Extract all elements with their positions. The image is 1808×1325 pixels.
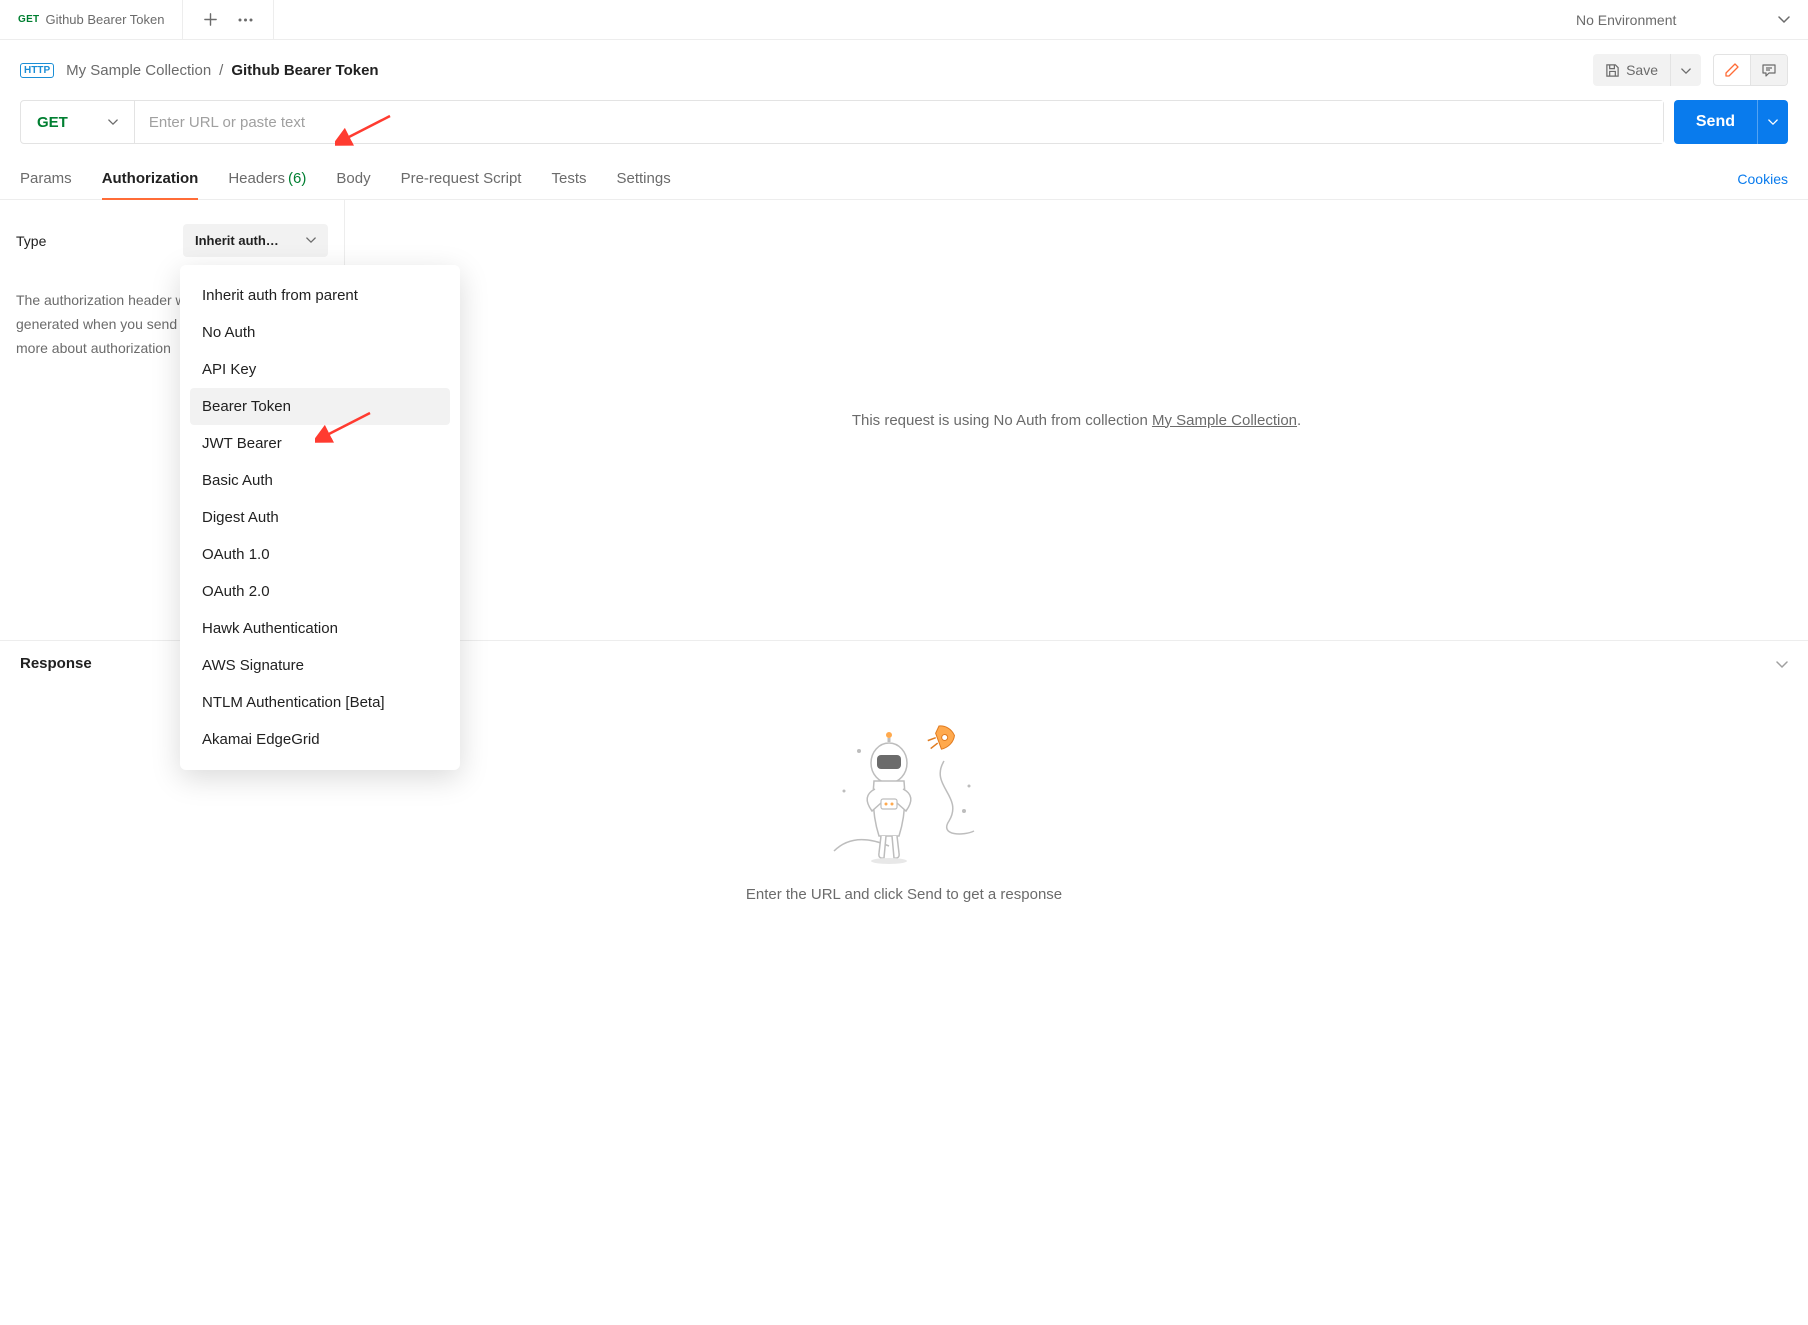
astronaut-illustration [814, 716, 994, 866]
edit-button[interactable] [1714, 55, 1751, 85]
chevron-down-icon [1778, 16, 1790, 24]
mini-actions [1713, 54, 1788, 86]
tab-settings[interactable]: Settings [617, 158, 671, 199]
auth-type-dropdown[interactable]: Inherit auth… [183, 224, 328, 257]
auth-option-ntlm[interactable]: NTLM Authentication [Beta] [190, 684, 450, 721]
breadcrumb-current: Github Bearer Token [231, 62, 378, 79]
auth-panel: Type Inherit auth… The authorization hea… [0, 200, 1808, 640]
comment-icon [1761, 62, 1777, 78]
url-row: GET Send [0, 100, 1808, 158]
save-label: Save [1626, 62, 1658, 78]
header-row: HTTP My Sample Collection / Github Beare… [0, 40, 1808, 100]
auth-option-akamai[interactable]: Akamai EdgeGrid [190, 721, 450, 758]
response-hint: Enter the URL and click Send to get a re… [746, 886, 1062, 903]
more-icon[interactable] [238, 18, 253, 22]
pencil-icon [1724, 62, 1740, 78]
auth-collection-link[interactable]: My Sample Collection [1152, 412, 1297, 429]
auth-option-oauth1[interactable]: OAuth 1.0 [190, 536, 450, 573]
save-icon [1605, 63, 1620, 78]
method-selector[interactable]: GET [21, 101, 135, 143]
auth-type-row: Type Inherit auth… [16, 224, 328, 257]
tab-authorization[interactable]: Authorization [102, 158, 199, 199]
tab-tests[interactable]: Tests [551, 158, 586, 199]
request-tab[interactable]: GET Github Bearer Token [0, 0, 183, 39]
auth-option-hawk[interactable]: Hawk Authentication [190, 610, 450, 647]
environment-selector[interactable]: No Environment [1558, 0, 1808, 39]
response-collapse[interactable] [1776, 656, 1788, 672]
response-title: Response [20, 655, 92, 672]
auth-option-inherit[interactable]: Inherit auth from parent [190, 277, 450, 314]
method-value: GET [37, 114, 68, 131]
http-badge-icon: HTTP [20, 63, 54, 78]
auth-option-aws[interactable]: AWS Signature [190, 647, 450, 684]
send-group: Send [1674, 100, 1788, 144]
auth-type-menu: Inherit auth from parent No Auth API Key… [180, 265, 460, 770]
send-button[interactable]: Send [1674, 100, 1757, 144]
breadcrumb: My Sample Collection / Github Bearer Tok… [66, 62, 378, 79]
auth-option-apikey[interactable]: API Key [190, 351, 450, 388]
request-tabs: Params Authorization Headers(6) Body Pre… [0, 158, 1808, 200]
send-dropdown[interactable] [1757, 100, 1788, 144]
top-tab-bar: GET Github Bearer Token No Environment [0, 0, 1808, 40]
cookies-link[interactable]: Cookies [1737, 171, 1788, 187]
auth-type-selected: Inherit auth… [195, 233, 279, 248]
auth-option-jwt[interactable]: JWT Bearer [190, 425, 450, 462]
auth-option-noauth[interactable]: No Auth [190, 314, 450, 351]
tab-headers[interactable]: Headers(6) [228, 158, 306, 199]
tab-params[interactable]: Params [20, 158, 72, 199]
tab-title: Github Bearer Token [45, 12, 164, 27]
tab-body[interactable]: Body [336, 158, 370, 199]
breadcrumb-separator: / [219, 62, 223, 79]
auth-option-basic[interactable]: Basic Auth [190, 462, 450, 499]
save-button[interactable]: Save [1593, 54, 1670, 86]
tab-method-badge: GET [18, 14, 39, 25]
auth-type-label: Type [16, 233, 46, 249]
chevron-down-icon [108, 119, 118, 126]
url-box: GET [20, 100, 1664, 144]
tab-actions [183, 0, 274, 39]
plus-icon[interactable] [203, 12, 218, 27]
auth-info-panel: This request is using No Auth from colle… [345, 200, 1808, 640]
url-input[interactable] [135, 101, 1663, 143]
breadcrumb-collection[interactable]: My Sample Collection [66, 62, 211, 79]
save-dropdown[interactable] [1670, 54, 1701, 86]
chevron-down-icon [306, 237, 316, 244]
header-actions: Save [1593, 54, 1788, 86]
auth-config: Type Inherit auth… The authorization hea… [0, 200, 345, 640]
auth-option-oauth2[interactable]: OAuth 2.0 [190, 573, 450, 610]
auth-option-bearer[interactable]: Bearer Token [190, 388, 450, 425]
env-label: No Environment [1576, 12, 1676, 28]
tab-prerequest[interactable]: Pre-request Script [401, 158, 522, 199]
auth-info-text: This request is using No Auth from colle… [852, 412, 1301, 429]
chevron-down-icon [1776, 661, 1788, 669]
auth-option-digest[interactable]: Digest Auth [190, 499, 450, 536]
comment-button[interactable] [1751, 55, 1787, 85]
save-group: Save [1593, 54, 1701, 86]
